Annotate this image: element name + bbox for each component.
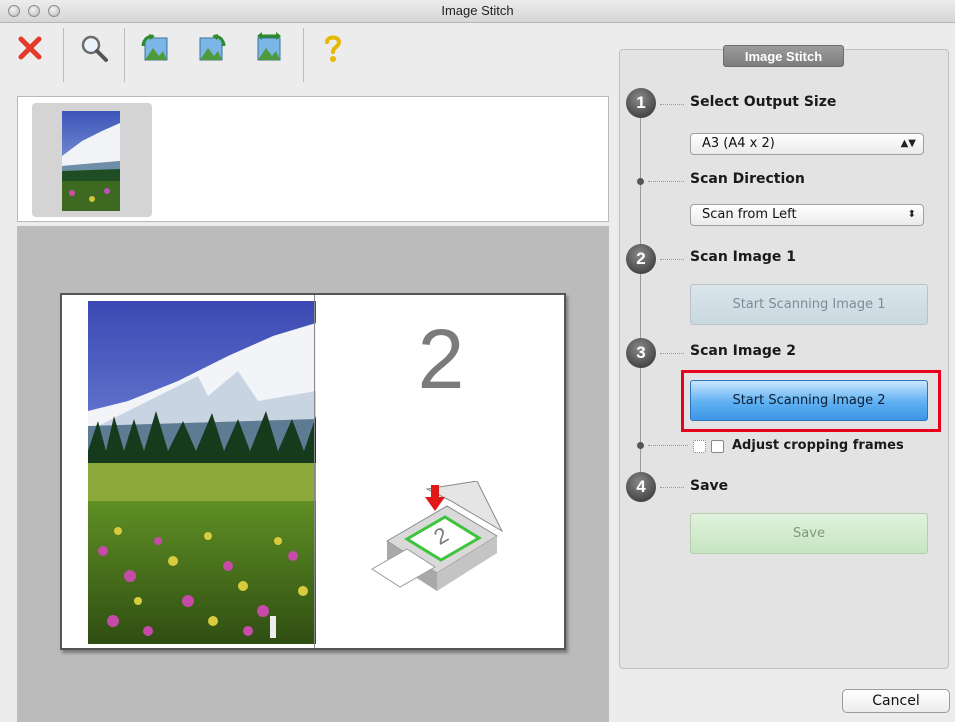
output-size-value: A3 (A4 x 2): [702, 136, 775, 151]
select-arrows-icon: ⬍: [907, 209, 916, 220]
step-3-badge: 3: [626, 338, 656, 368]
thumbnail-strip: [17, 96, 609, 222]
window-title: Image Stitch: [441, 3, 514, 18]
image-2-placeholder-number: 2: [417, 312, 465, 406]
leader-dots: [660, 353, 684, 354]
close-x-icon[interactable]: [10, 28, 50, 68]
stitch-preview-page: 2 2: [60, 293, 566, 650]
thumbnail-image: [62, 111, 120, 211]
select-arrows-icon: ▲▼: [900, 138, 916, 149]
step-1-label: Select Output Size: [690, 94, 837, 110]
save-button[interactable]: Save: [690, 513, 928, 554]
magnifier-icon[interactable]: [74, 28, 114, 68]
leader-dots: [660, 487, 684, 488]
start-scanning-image-2-button[interactable]: Start Scanning Image 2: [690, 380, 928, 421]
scan-direction-label: Scan Direction: [690, 171, 805, 187]
toolbar-separator: [124, 28, 125, 82]
scanner-placement-illustration: 2: [367, 480, 517, 614]
image-rotate-left-icon[interactable]: [135, 28, 175, 68]
leader-dots: [648, 181, 684, 182]
image-rotate-right-icon[interactable]: [192, 28, 232, 68]
leader-dots: [660, 104, 684, 105]
cancel-button[interactable]: Cancel: [842, 689, 950, 713]
help-icon[interactable]: [313, 28, 353, 68]
substep-dot: [637, 178, 644, 185]
step-2-label: Scan Image 1: [690, 249, 797, 265]
scan-direction-value: Scan from Left: [702, 207, 797, 222]
scanned-image-1: [88, 301, 316, 644]
step-connector-line: [640, 102, 641, 492]
step-4-label: Save: [690, 478, 729, 494]
cropping-frame-icon: [693, 440, 706, 453]
toolbar: [0, 23, 612, 93]
output-size-select[interactable]: A3 (A4 x 2) ▲▼: [690, 133, 924, 155]
scan-direction-select[interactable]: Scan from Left ⬍: [690, 204, 924, 226]
preview-area: 2 2: [17, 226, 609, 722]
step-4-badge: 4: [626, 472, 656, 502]
leader-dots: [648, 445, 688, 446]
adjust-cropping-label: Adjust cropping frames: [732, 438, 904, 453]
substep-dot: [637, 442, 644, 449]
adjust-cropping-checkbox[interactable]: [711, 440, 724, 453]
step-2-badge: 2: [626, 244, 656, 274]
thumbnail-item[interactable]: [32, 103, 152, 217]
toolbar-separator: [63, 28, 64, 82]
step-3-label: Scan Image 2: [690, 343, 797, 359]
title-bar: Image Stitch: [0, 0, 955, 23]
image-flip-icon[interactable]: [249, 28, 289, 68]
start-scanning-image-1-button[interactable]: Start Scanning Image 1: [690, 284, 928, 325]
toolbar-separator: [303, 28, 304, 82]
image-divider: [314, 295, 315, 648]
panel-title: Image Stitch: [723, 45, 844, 67]
step-1-badge: 1: [626, 88, 656, 118]
leader-dots: [660, 259, 684, 260]
